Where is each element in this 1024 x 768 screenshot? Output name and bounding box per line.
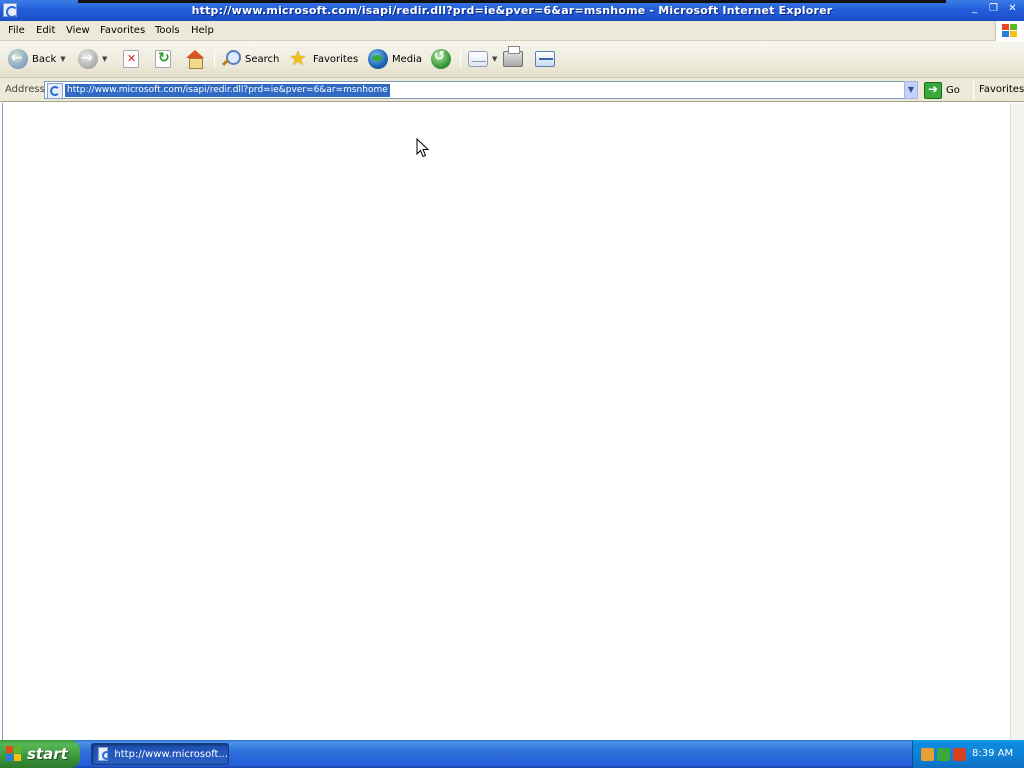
menu-file[interactable]: File xyxy=(8,25,25,36)
windows-start-icon xyxy=(6,746,22,762)
back-dropdown-icon[interactable]: ▼ xyxy=(60,55,65,63)
address-url[interactable]: http://www.microsoft.com/isapi/redir.dll… xyxy=(65,84,390,97)
tray-network-icon[interactable] xyxy=(921,748,934,761)
address-bar: Address http://www.microsoft.com/isapi/r… xyxy=(0,78,1024,102)
stop-button[interactable] xyxy=(123,47,139,71)
history-icon xyxy=(431,49,451,69)
print-button[interactable] xyxy=(503,46,523,71)
home-icon xyxy=(185,50,205,69)
tray-alert-icon[interactable] xyxy=(953,748,966,761)
window-title: http://www.microsoft.com/isapi/redir.dll… xyxy=(191,4,833,17)
favorites-button[interactable]: Favorites xyxy=(289,46,359,71)
search-icon xyxy=(221,49,241,69)
close-button[interactable]: ✕ xyxy=(1005,3,1020,15)
favorites-label: Favorites xyxy=(313,53,359,65)
edit-icon xyxy=(535,51,555,67)
menu-bar: File Edit View Favorites Tools Help xyxy=(0,21,1024,41)
go-arrow-icon xyxy=(924,81,942,99)
minimize-button[interactable]: _ xyxy=(967,3,982,15)
media-label: Media xyxy=(392,53,423,65)
menu-help[interactable]: Help xyxy=(191,25,214,36)
stop-icon xyxy=(123,50,139,68)
start-button[interactable]: start xyxy=(0,740,80,768)
address-label: Address xyxy=(5,84,45,95)
refresh-icon xyxy=(155,50,171,68)
restore-button[interactable]: ❐ xyxy=(986,3,1001,15)
windows-flag-icon xyxy=(1002,24,1018,38)
taskbar: start http://www.microsoft... 8:39 AM xyxy=(0,740,1024,768)
windows-logo xyxy=(995,21,1024,41)
tray-clock[interactable]: 8:39 AM xyxy=(972,748,1013,759)
forward-button[interactable]: ▼ xyxy=(78,47,107,71)
vertical-scrollbar[interactable] xyxy=(1010,103,1024,740)
start-label: start xyxy=(27,745,68,763)
favorites-links[interactable]: Favorites xyxy=(979,84,1024,95)
mail-icon xyxy=(468,51,488,67)
address-dropdown-icon[interactable]: ▼ xyxy=(904,81,918,99)
title-bar[interactable]: http://www.microsoft.com/isapi/redir.dll… xyxy=(0,0,1024,21)
history-button[interactable] xyxy=(431,47,451,71)
media-button[interactable]: Media xyxy=(368,47,422,71)
back-label: Back xyxy=(32,53,57,65)
menu-favorites[interactable]: Favorites xyxy=(100,25,145,36)
mail-dropdown-icon[interactable]: ▼ xyxy=(492,55,497,63)
page-content[interactable] xyxy=(2,103,1010,740)
print-icon xyxy=(503,46,523,67)
menu-edit[interactable]: Edit xyxy=(36,25,55,36)
home-button[interactable] xyxy=(185,47,205,71)
go-label: Go xyxy=(946,84,960,96)
toolbar-separator xyxy=(214,49,215,69)
back-button[interactable]: Back ▼ xyxy=(8,47,66,71)
address-separator xyxy=(973,80,974,100)
mail-button[interactable]: ▼ xyxy=(468,47,497,71)
taskbar-ie-window[interactable]: http://www.microsoft... xyxy=(91,743,229,765)
mouse-cursor-icon xyxy=(416,138,430,158)
ie-task-icon xyxy=(98,747,112,761)
title-bar-strip xyxy=(78,0,946,3)
menu-view[interactable]: View xyxy=(66,25,90,36)
forward-dropdown-icon[interactable]: ▼ xyxy=(102,55,107,63)
address-input[interactable]: http://www.microsoft.com/isapi/redir.dll… xyxy=(44,81,918,99)
taskbar-window-label: http://www.microsoft... xyxy=(114,748,228,760)
menu-tools[interactable]: Tools xyxy=(155,25,180,36)
media-icon xyxy=(368,49,388,69)
page-icon xyxy=(47,83,63,99)
search-button[interactable]: Search xyxy=(221,47,279,71)
tray-security-icon[interactable] xyxy=(937,748,950,761)
go-button[interactable]: Go xyxy=(924,81,960,99)
refresh-button[interactable] xyxy=(155,47,171,71)
search-label: Search xyxy=(245,53,280,65)
favorites-star-icon xyxy=(289,46,309,70)
screen: http://www.microsoft.com/isapi/redir.dll… xyxy=(0,0,1024,768)
forward-arrow-icon xyxy=(78,49,98,69)
edit-button[interactable] xyxy=(535,47,555,71)
back-arrow-icon xyxy=(8,49,28,69)
standard-toolbar: Back ▼ ▼ Search Favorites Media xyxy=(0,41,1024,78)
toolbar-separator-2 xyxy=(460,49,461,69)
